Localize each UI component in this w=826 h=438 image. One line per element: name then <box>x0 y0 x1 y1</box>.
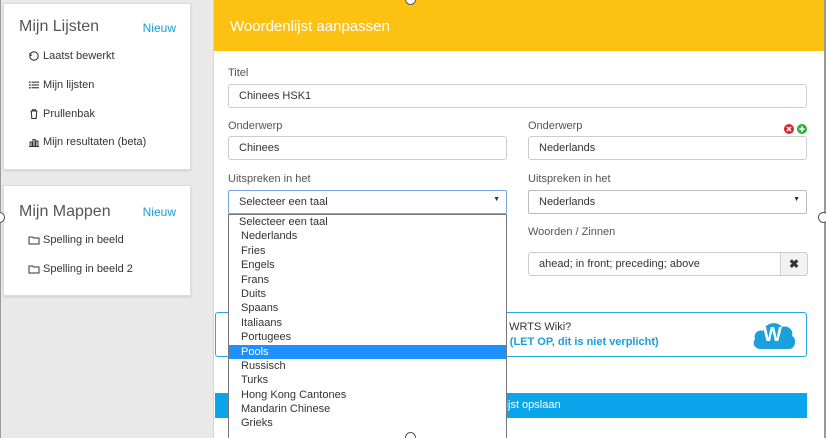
folder-icon <box>28 234 40 246</box>
wiki-link[interactable]: n (LET OP, dit is niet verplicht) <box>500 336 659 348</box>
nav-my-results-label: Mijn resultaten (beta) <box>43 136 147 148</box>
dropdown-option[interactable]: Fries <box>229 244 506 258</box>
dropdown-option[interactable]: Turks <box>229 373 506 387</box>
chevron-down-icon: ▼ <box>493 196 500 203</box>
word-input[interactable]: ahead; in front; preceding; above <box>528 252 781 276</box>
pronounce-left-select[interactable]: Selecteer een taal ▼ <box>228 190 507 214</box>
pronounce-right-value: Nederlands <box>539 196 596 208</box>
clear-word-button[interactable]: ✖ <box>781 252 808 276</box>
subject-right-label: Onderwerp <box>528 120 583 132</box>
lists-panel: Mijn Lijsten Nieuw Laatst bewerkt Mijn l… <box>3 3 191 170</box>
history-icon <box>28 50 40 62</box>
subject-left-input[interactable]: Chinees <box>228 136 507 160</box>
resize-handle-bottom[interactable] <box>405 432 416 438</box>
dropdown-option[interactable]: Selecteer een taal <box>229 215 506 229</box>
dropdown-option[interactable]: Russisch <box>229 359 506 373</box>
dropdown-option[interactable]: Spaans <box>229 301 506 315</box>
dropdown-option[interactable]: Hong Kong Cantones <box>229 388 506 402</box>
chevron-down-icon: ▼ <box>793 196 800 203</box>
pronounce-right-label: Uitspreken in het <box>528 173 611 185</box>
nav-trash-label: Prullenbak <box>43 108 95 120</box>
nav-my-lists-label: Mijn lijsten <box>43 79 95 91</box>
nav-my-lists[interactable]: Mijn lijsten <box>28 79 94 91</box>
language-dropdown-list: Selecteer een taal Nederlands Fries Enge… <box>228 214 507 438</box>
editor-header: Woordenlijst aanpassen <box>214 0 824 51</box>
new-list-link[interactable]: Nieuw <box>143 21 176 35</box>
folders-panel-title: Mijn Mappen <box>19 203 111 220</box>
nav-trash[interactable]: Prullenbak <box>28 108 95 120</box>
folders-panel: Mijn Mappen Nieuw Spelling in beeld Spel… <box>3 185 191 296</box>
dropdown-option[interactable]: Portugees <box>229 330 506 344</box>
nav-recently-edited[interactable]: Laatst bewerkt <box>28 50 115 62</box>
subject-left-label: Onderwerp <box>228 120 283 132</box>
wrts-logo-letter: W <box>763 324 782 346</box>
pronounce-right-select[interactable]: Nederlands ▼ <box>528 190 807 214</box>
dropdown-option[interactable]: Grieks <box>229 416 506 430</box>
folder-item-2[interactable]: Spelling in beeld 2 <box>28 263 133 275</box>
dropdown-option[interactable]: Duits <box>229 287 506 301</box>
folder-icon <box>28 263 40 275</box>
resize-handle-right[interactable] <box>818 212 826 223</box>
lists-panel-title: Mijn Lijsten <box>19 18 100 35</box>
remove-language-icon[interactable] <box>784 121 794 134</box>
dropdown-option[interactable]: Mandarin Chinese <box>229 402 506 416</box>
new-folder-link[interactable]: Nieuw <box>143 205 176 219</box>
dropdown-option[interactable]: Frans <box>229 273 506 287</box>
nav-my-results[interactable]: Mijn resultaten (beta) <box>28 136 146 148</box>
folder-item-1[interactable]: Spelling in beeld <box>28 234 124 246</box>
nav-recently-edited-label: Laatst bewerkt <box>43 50 115 62</box>
folder-item-2-label: Spelling in beeld 2 <box>43 263 133 275</box>
wiki-question: e WRTS Wiki? <box>500 321 572 333</box>
words-label: Woorden / Zinnen <box>528 226 616 238</box>
dropdown-option[interactable]: Italiaans <box>229 316 506 330</box>
pronounce-left-value: Selecteer een taal <box>239 196 328 208</box>
trash-icon <box>28 108 40 120</box>
subject-right-input[interactable]: Nederlands <box>528 136 807 160</box>
wrts-cloud-logo-icon: W <box>751 318 797 352</box>
dropdown-option[interactable]: Nederlands <box>229 229 506 243</box>
title-input[interactable]: Chinees HSK1 <box>228 84 807 108</box>
dropdown-option[interactable]: Engels <box>229 258 506 272</box>
dropdown-option[interactable]: Pools <box>229 344 506 359</box>
bar-chart-icon <box>28 136 40 148</box>
pronounce-left-label: Uitspreken in het <box>228 173 311 185</box>
folder-item-1-label: Spelling in beeld <box>43 234 124 246</box>
list-icon <box>28 79 40 91</box>
add-language-icon[interactable] <box>797 121 807 134</box>
title-label: Titel <box>228 67 249 79</box>
